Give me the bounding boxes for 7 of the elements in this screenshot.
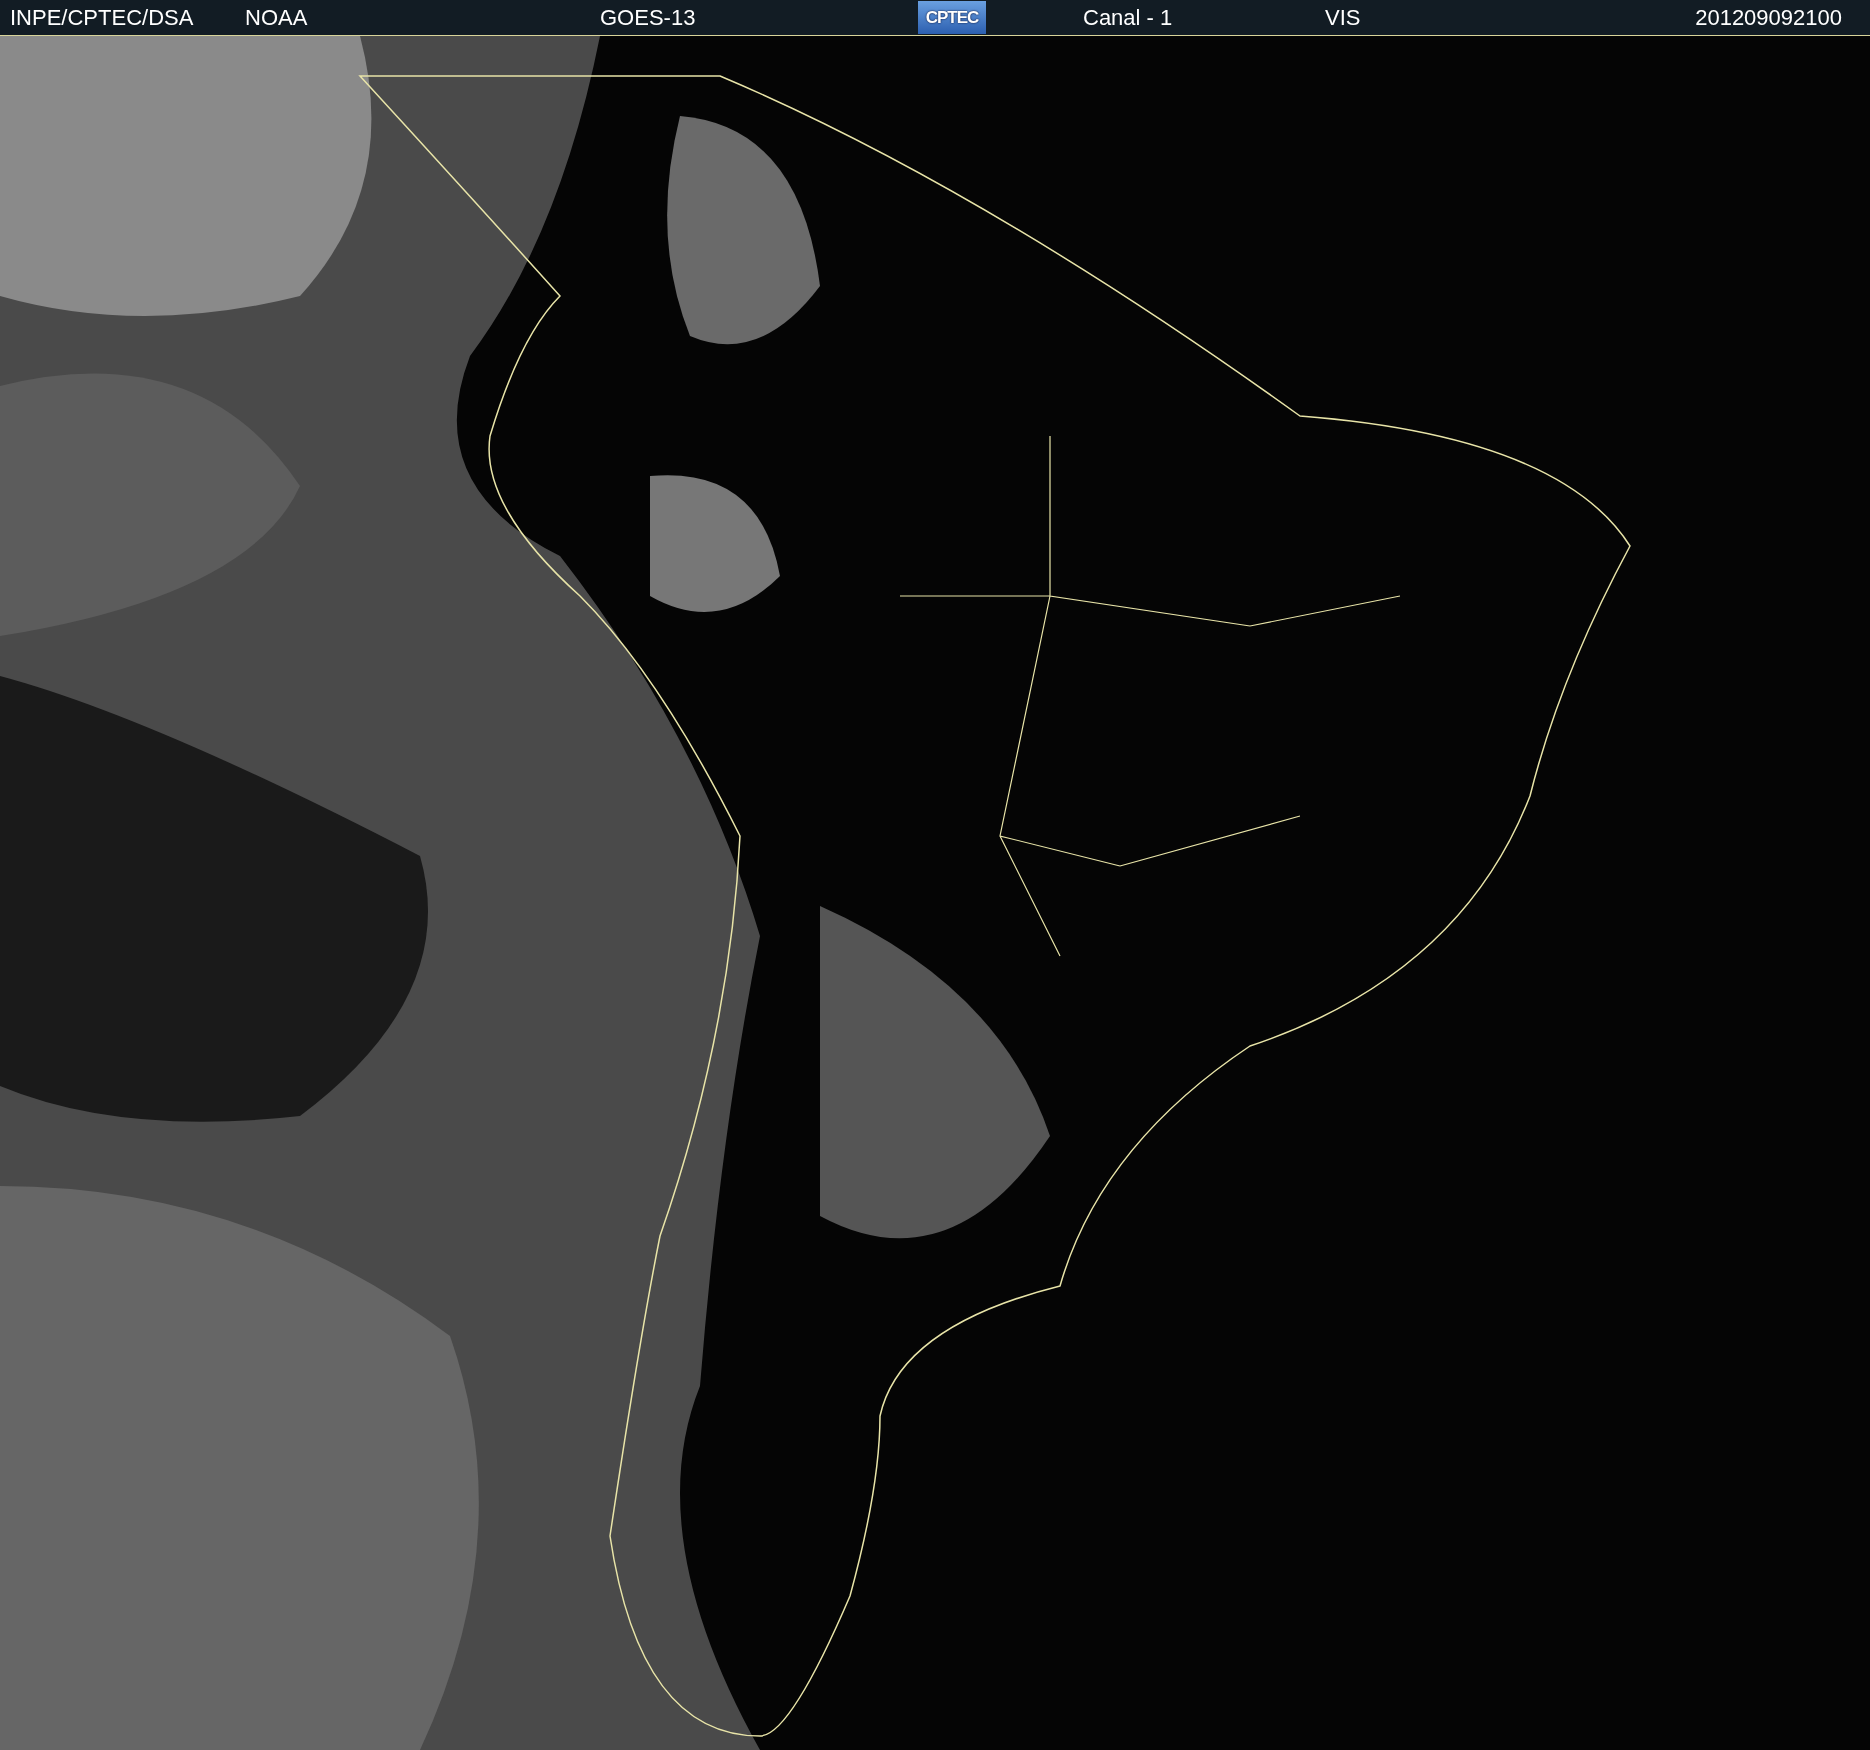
logo: CPTEC <box>918 1 986 34</box>
agency-label: NOAA <box>245 4 309 31</box>
timestamp-label: 201209092100 <box>1695 4 1842 31</box>
band-label: VIS <box>1325 4 1362 31</box>
satellite-label: GOES-13 <box>600 4 697 31</box>
source-label: INPE/CPTEC/DSA <box>10 4 195 31</box>
channel-label: Canal - 1 <box>1083 4 1174 31</box>
